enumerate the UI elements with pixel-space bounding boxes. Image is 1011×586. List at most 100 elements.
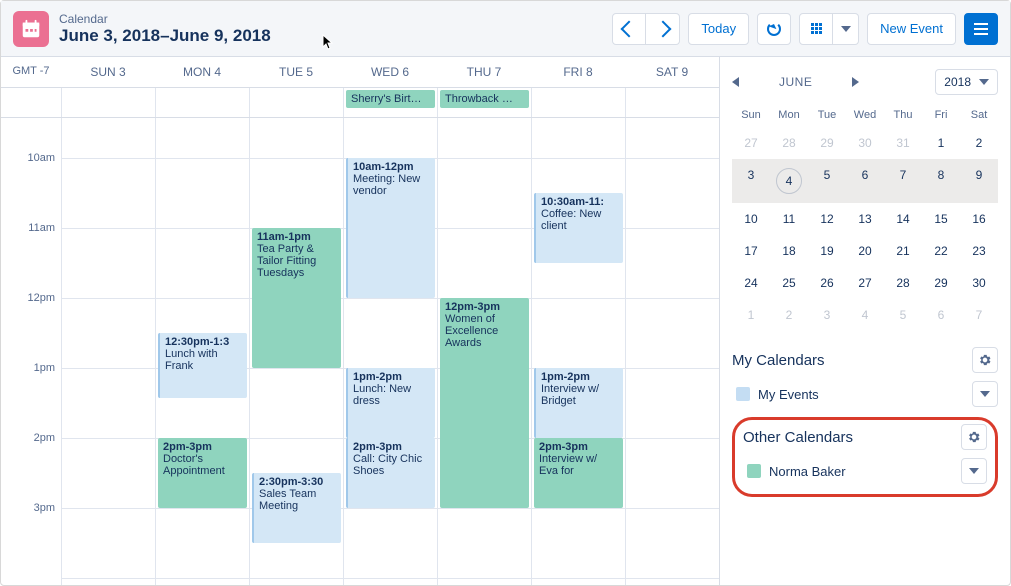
refresh-button[interactable] — [757, 13, 791, 45]
year-selector[interactable]: 2018 — [935, 69, 998, 95]
mini-day-cell[interactable]: 6 — [846, 159, 884, 203]
prev-month-button[interactable] — [732, 77, 739, 87]
event-time: 1pm-2pm — [541, 371, 618, 383]
mini-day-cell[interactable]: 25 — [770, 267, 808, 299]
day-column[interactable]: 12:30pm-1:3Lunch with Frank 2pm-3pmDoctor… — [155, 118, 249, 585]
day-header[interactable]: SUN 3 — [61, 57, 155, 87]
day-column[interactable]: 10:30am-11:Coffee: New client 1pm-2pmInte… — [531, 118, 625, 585]
hour-label: 11am — [28, 222, 55, 234]
day-header[interactable]: FRI 8 — [531, 57, 625, 87]
day-column[interactable]: 12pm-3pmWomen of Excellence Awards — [437, 118, 531, 585]
mini-day-cell[interactable]: 31 — [884, 127, 922, 159]
mini-day-cell[interactable]: 3 — [808, 299, 846, 331]
mini-day-cell[interactable]: 20 — [846, 235, 884, 267]
mini-day-cell[interactable]: 29 — [922, 267, 960, 299]
mini-day-cell[interactable]: 28 — [884, 267, 922, 299]
calendar-event[interactable]: 2pm-3pmDoctor's Appointment — [158, 438, 247, 508]
view-dropdown-button[interactable] — [833, 13, 859, 45]
mini-day-cell[interactable]: 29 — [808, 127, 846, 159]
mini-day-cell[interactable]: 4 — [846, 299, 884, 331]
calendar-list-item[interactable]: Norma Baker — [743, 458, 987, 484]
mini-day-cell[interactable]: 17 — [732, 235, 770, 267]
other-calendars-settings-button[interactable] — [961, 424, 987, 450]
mini-day-cell[interactable]: 30 — [960, 267, 998, 299]
calendar-event[interactable]: 1pm-2pmInterview w/ Bridget — [534, 368, 623, 438]
mini-day-cell[interactable]: 1 — [922, 127, 960, 159]
mini-day-cell[interactable]: 16 — [960, 203, 998, 235]
day-column[interactable] — [625, 118, 719, 585]
event-title: Sales Team Meeting — [259, 488, 316, 512]
calendar-event[interactable]: 10am-12pmMeeting: New vendor — [346, 158, 435, 298]
day-column[interactable]: 10am-12pmMeeting: New vendor 1pm-2pmLunch… — [343, 118, 437, 585]
mini-day-cell[interactable]: 7 — [960, 299, 998, 331]
mini-day-cell[interactable]: 19 — [808, 235, 846, 267]
my-calendars-settings-button[interactable] — [972, 347, 998, 373]
mini-day-cell[interactable]: 27 — [846, 267, 884, 299]
calendar-event[interactable]: 1pm-2pmLunch: New dress — [346, 368, 435, 438]
mini-day-cell[interactable]: 22 — [922, 235, 960, 267]
calendar-event[interactable]: 2pm-3pmInterview w/ Eva for — [534, 438, 623, 508]
mini-day-cell[interactable]: 26 — [808, 267, 846, 299]
new-event-button[interactable]: New Event — [867, 13, 956, 45]
day-column[interactable]: 11am-1pmTea Party & Tailor Fitting Tuesd… — [249, 118, 343, 585]
day-header[interactable]: TUE 5 — [249, 57, 343, 87]
mini-day-cell[interactable]: 13 — [846, 203, 884, 235]
calendar-event[interactable]: 12pm-3pmWomen of Excellence Awards — [440, 298, 529, 508]
next-week-button[interactable] — [646, 13, 680, 45]
mini-day-cell[interactable]: 11 — [770, 203, 808, 235]
mini-day-cell[interactable]: 15 — [922, 203, 960, 235]
mini-day-cell[interactable]: 6 — [922, 299, 960, 331]
day-header[interactable]: WED 6 — [343, 57, 437, 87]
mini-day-cell[interactable]: 21 — [884, 235, 922, 267]
mini-day-cell[interactable]: 23 — [960, 235, 998, 267]
calendar-event[interactable]: 2pm-3pmCall: City Chic Shoes — [346, 438, 435, 508]
calendar-item-menu-button[interactable] — [972, 381, 998, 407]
allday-event[interactable]: Sherry's Birt… — [346, 90, 435, 108]
calendar-event[interactable]: 12:30pm-1:3Lunch with Frank — [158, 333, 247, 398]
event-time: 12:30pm-1:3 — [165, 336, 242, 348]
mini-day-cell[interactable]: 8 — [922, 159, 960, 203]
allday-event[interactable]: Throwback … — [440, 90, 529, 108]
mini-day-cell[interactable]: 10 — [732, 203, 770, 235]
allday-cell[interactable] — [61, 88, 155, 117]
allday-cell[interactable] — [155, 88, 249, 117]
day-header[interactable]: THU 7 — [437, 57, 531, 87]
calendar-list-item[interactable]: My Events — [732, 381, 998, 407]
allday-cell[interactable] — [249, 88, 343, 117]
today-button[interactable]: Today — [688, 13, 749, 45]
mini-day-cell[interactable]: 30 — [846, 127, 884, 159]
mini-day-cell[interactable]: 4 — [770, 159, 808, 203]
mini-day-cell[interactable]: 9 — [960, 159, 998, 203]
mini-day-cell[interactable]: 2 — [960, 127, 998, 159]
mini-day-cell[interactable]: 2 — [770, 299, 808, 331]
gear-icon — [967, 430, 981, 444]
mini-day-cell[interactable]: 18 — [770, 235, 808, 267]
mini-day-cell[interactable]: 12 — [808, 203, 846, 235]
mini-day-cell[interactable]: 3 — [732, 159, 770, 203]
calendar-event[interactable]: 2:30pm-3:30Sales Team Meeting — [252, 473, 341, 543]
allday-cell[interactable] — [625, 88, 719, 117]
mini-day-cell[interactable]: 5 — [884, 299, 922, 331]
view-button[interactable] — [799, 13, 833, 45]
next-month-button[interactable] — [852, 77, 859, 87]
grid-body[interactable]: 9am10am11am12pm1pm2pm3pm 12:30pm-1:3Lunc… — [1, 118, 719, 585]
mini-day-cell[interactable]: 7 — [884, 159, 922, 203]
mini-day-cell[interactable]: 14 — [884, 203, 922, 235]
day-header[interactable]: MON 4 — [155, 57, 249, 87]
side-panel-toggle-button[interactable] — [964, 13, 998, 45]
calendar-event[interactable]: 10:30am-11:Coffee: New client — [534, 193, 623, 263]
refresh-icon — [767, 22, 781, 36]
mini-day-cell[interactable]: 1 — [732, 299, 770, 331]
day-header[interactable]: SAT 9 — [625, 57, 719, 87]
mini-day-cell[interactable]: 24 — [732, 267, 770, 299]
calendar-item-menu-button[interactable] — [961, 458, 987, 484]
prev-week-button[interactable] — [612, 13, 646, 45]
allday-cell[interactable]: Throwback … — [437, 88, 531, 117]
allday-cell[interactable] — [531, 88, 625, 117]
calendar-event[interactable]: 11am-1pmTea Party & Tailor Fitting Tuesd… — [252, 228, 341, 368]
day-column[interactable] — [61, 118, 155, 585]
allday-cell[interactable]: Sherry's Birt… — [343, 88, 437, 117]
mini-day-cell[interactable]: 27 — [732, 127, 770, 159]
mini-day-cell[interactable]: 28 — [770, 127, 808, 159]
mini-day-cell[interactable]: 5 — [808, 159, 846, 203]
